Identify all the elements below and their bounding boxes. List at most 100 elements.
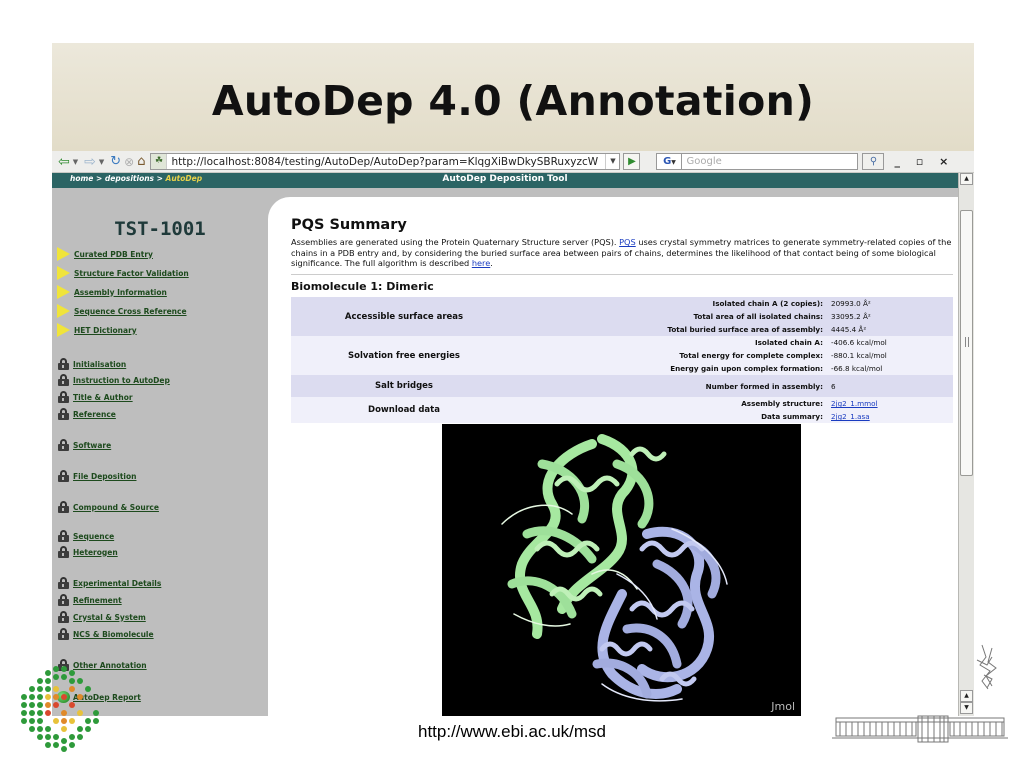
- home-icon[interactable]: ⌂: [137, 154, 145, 170]
- lock-icon: [57, 470, 70, 482]
- row-value: 2jg2_1.mmol: [827, 397, 953, 410]
- sidebar-item-sequence[interactable]: Sequence: [57, 530, 114, 542]
- sidebar-item-label[interactable]: Experimental Details: [73, 579, 161, 588]
- sidebar-item-het-dictionary[interactable]: HET Dictionary: [57, 323, 137, 337]
- sidebar-item-reference[interactable]: Reference: [57, 408, 116, 420]
- search-magnifier-icon[interactable]: ⚲: [862, 153, 885, 170]
- row-value: 33095.2 Å²: [827, 310, 953, 323]
- table-row: Solvation free energies Isolated chain A…: [291, 336, 953, 375]
- jmol-label: Jmol: [771, 700, 795, 713]
- sidebar-item-label[interactable]: Curated PDB Entry: [74, 250, 153, 259]
- building-sketch-icon: [832, 644, 1008, 743]
- sidebar-item-label[interactable]: Initialisation: [73, 360, 126, 369]
- row-value: -66.8 kcal/mol: [827, 362, 953, 375]
- lock-icon: [57, 501, 70, 513]
- lock-icon: [57, 374, 70, 386]
- sidebar-item-label[interactable]: Refinement: [73, 596, 122, 605]
- row-label: Data summary:: [517, 410, 827, 423]
- row-label: Total energy for complete complex:: [517, 349, 827, 362]
- url-dropdown-icon[interactable]: ▼: [605, 154, 619, 169]
- row-label: Isolated chain A:: [517, 336, 827, 349]
- sidebar-item-software[interactable]: Software: [57, 439, 111, 451]
- sidebar-item-instruction-to-autodep[interactable]: Instruction to AutoDep: [57, 374, 170, 386]
- vertical-scrollbar[interactable]: ▲ ▲ ▼: [958, 173, 974, 716]
- arrow-triangle-icon: [57, 285, 70, 299]
- url-bar[interactable]: ☘ http://localhost:8084/testing/AutoDep/…: [150, 153, 621, 170]
- forward-dropdown-icon[interactable]: ▼: [99, 154, 104, 170]
- row-value: 20993.0 Å²: [827, 297, 953, 310]
- sidebar-item-label[interactable]: Assembly Information: [74, 288, 167, 297]
- go-button[interactable]: ▶: [623, 153, 641, 170]
- sidebar-item-initialisation[interactable]: Initialisation: [57, 358, 126, 370]
- search-engine-selector[interactable]: G▼: [656, 153, 683, 170]
- sidebar-item-label[interactable]: Compound & Source: [73, 503, 159, 512]
- group-accessible-surface-areas: Accessible surface areas: [291, 297, 517, 336]
- sidebar-item-label[interactable]: HET Dictionary: [74, 326, 137, 335]
- search-input[interactable]: Google: [682, 153, 859, 170]
- slide: AutoDep 4.0 (Annotation) ⇦ ▼ ⇨ ▼ ↻ ⊗ ⌂ ☘…: [0, 0, 1024, 768]
- pqs-desc-text-1: Assemblies are generated using the Prote…: [291, 237, 620, 247]
- lock-icon: [57, 530, 70, 542]
- back-arrow-icon[interactable]: ⇦: [58, 154, 70, 170]
- reload-icon[interactable]: ↻: [110, 154, 121, 170]
- pqs-summary-title: PQS Summary: [291, 217, 407, 233]
- protein-ribbon-render[interactable]: [442, 424, 801, 716]
- sidebar-item-label[interactable]: Sequence Cross Reference: [74, 307, 187, 316]
- row-label: Total buried surface area of assembly:: [517, 323, 827, 336]
- sidebar-item-title-author[interactable]: Title & Author: [57, 391, 133, 403]
- row-value: 4445.4 Å²: [827, 323, 953, 336]
- sidebar-item-heterogen[interactable]: Heterogen: [57, 546, 118, 558]
- lock-icon: [57, 577, 70, 589]
- url-text[interactable]: http://localhost:8084/testing/AutoDep/Au…: [167, 156, 605, 168]
- back-dropdown-icon[interactable]: ▼: [73, 154, 78, 170]
- sidebar-item-label[interactable]: File Deposition: [73, 472, 136, 481]
- forward-arrow-icon[interactable]: ⇨: [84, 154, 96, 170]
- algorithm-here-link[interactable]: here: [472, 258, 490, 268]
- lock-icon: [57, 594, 70, 606]
- sidebar-item-label[interactable]: Instruction to AutoDep: [73, 376, 170, 385]
- pqs-link[interactable]: PQS: [619, 237, 636, 247]
- stop-icon[interactable]: ⊗: [124, 154, 134, 170]
- divider: [291, 274, 953, 275]
- group-download-data: Download data: [291, 397, 517, 423]
- sidebar-item-crystal-system[interactable]: Crystal & System: [57, 611, 146, 623]
- window-controls[interactable]: _ ▫ ×: [894, 155, 954, 168]
- sidebar-item-label[interactable]: Structure Factor Validation: [74, 269, 189, 278]
- browser-window: ⇦ ▼ ⇨ ▼ ↻ ⊗ ⌂ ☘ http://localhost:8084/te…: [52, 151, 974, 716]
- scroll-up-arrow-icon[interactable]: ▲: [960, 173, 973, 185]
- sidebar-item-ncs-biomolecule[interactable]: NCS & Biomolecule: [57, 628, 154, 640]
- data-summary-link[interactable]: 2jg2_1.asa: [831, 412, 870, 421]
- sidebar-item-file-deposition[interactable]: File Deposition: [57, 470, 136, 482]
- assembly-structure-link[interactable]: 2jg2_1.mmol: [831, 399, 878, 408]
- lock-icon: [57, 546, 70, 558]
- sidebar-item-label[interactable]: Sequence: [73, 532, 114, 541]
- sidebar-item-label[interactable]: Title & Author: [73, 393, 133, 402]
- sidebar-item-curated-pdb-entry[interactable]: Curated PDB Entry: [57, 247, 153, 261]
- sidebar-item-label[interactable]: Crystal & System: [73, 613, 146, 622]
- title-band: AutoDep 4.0 (Annotation): [52, 43, 974, 151]
- sidebar-item-label[interactable]: Heterogen: [73, 548, 118, 557]
- row-value: -880.1 kcal/mol: [827, 349, 953, 362]
- slide-title: AutoDep 4.0 (Annotation): [211, 77, 815, 125]
- sidebar-item-compound-source[interactable]: Compound & Source: [57, 501, 159, 513]
- lock-icon: [57, 408, 70, 420]
- row-value: -406.6 kcal/mol: [827, 336, 953, 349]
- sidebar-item-structure-factor-validation[interactable]: Structure Factor Validation: [57, 266, 189, 280]
- scrollbar-thumb[interactable]: [960, 210, 973, 476]
- row-value: 6: [827, 375, 953, 397]
- sidebar-item-label[interactable]: Reference: [73, 410, 116, 419]
- sidebar-item-assembly-information[interactable]: Assembly Information: [57, 285, 167, 299]
- biomolecule-title: Biomolecule 1: Dimeric: [291, 280, 434, 293]
- pqs-desc-text-3: .: [490, 258, 493, 268]
- lock-icon: [57, 391, 70, 403]
- jmol-viewer[interactable]: Jmol: [442, 424, 801, 716]
- row-label: Total area of all isolated chains:: [517, 310, 827, 323]
- sidebar-item-sequence-cross-reference[interactable]: Sequence Cross Reference: [57, 304, 187, 318]
- sidebar-item-label[interactable]: NCS & Biomolecule: [73, 630, 154, 639]
- table-row: Download data Assembly structure: 2jg2_1…: [291, 397, 953, 423]
- arrow-triangle-icon: [57, 323, 70, 337]
- sidebar-item-label[interactable]: Software: [73, 441, 111, 450]
- sidebar-item-refinement[interactable]: Refinement: [57, 594, 122, 606]
- table-row: Accessible surface areas Isolated chain …: [291, 297, 953, 336]
- sidebar-item-experimental-details[interactable]: Experimental Details: [57, 577, 161, 589]
